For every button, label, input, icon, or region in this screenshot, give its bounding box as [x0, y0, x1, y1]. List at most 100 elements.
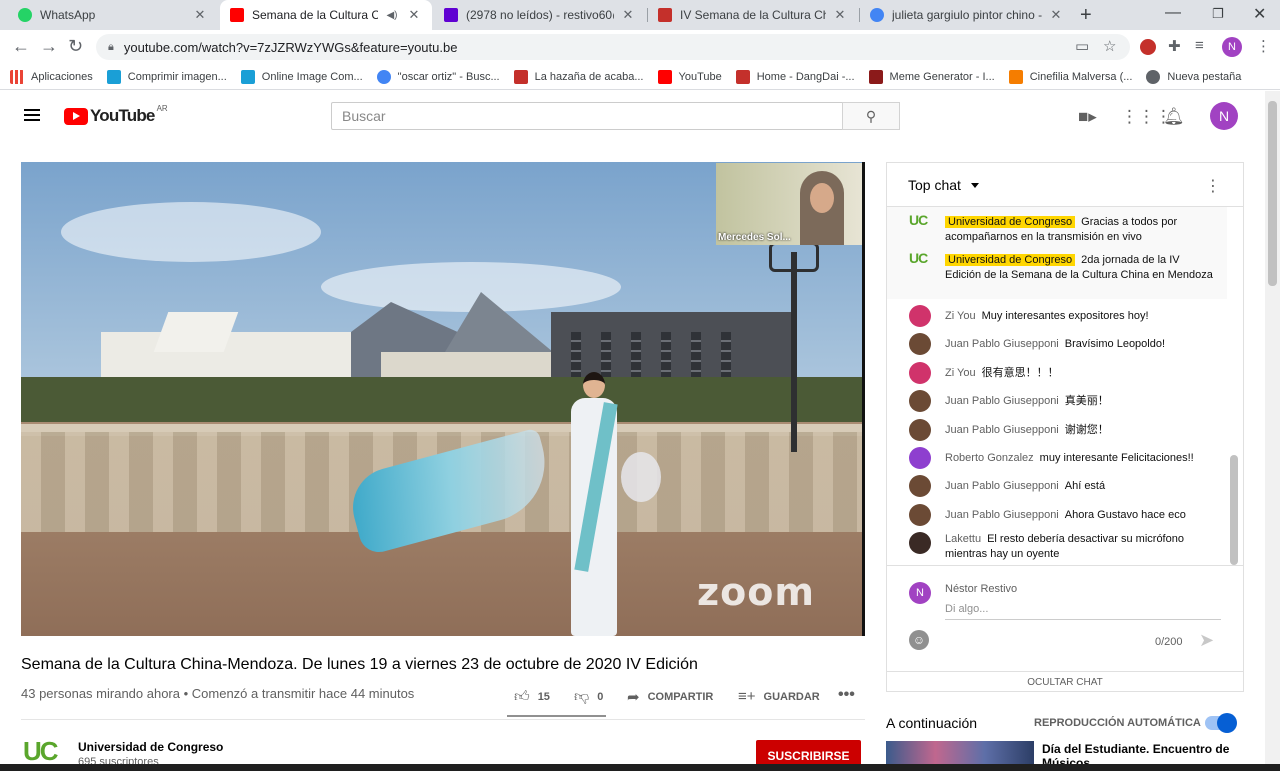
channel-logo[interactable]: UC	[23, 736, 63, 766]
search-button[interactable]: ⚲	[842, 102, 900, 130]
youtube-logo[interactable]: YouTube AR	[64, 104, 168, 126]
audio-playing-icon[interactable]: ◀)	[384, 10, 400, 21]
channel-name[interactable]: Universidad de Congreso	[78, 740, 223, 754]
toggle-knob	[1217, 713, 1237, 733]
chat-author[interactable]: Zi You	[945, 367, 976, 379]
bookmark-item[interactable]: Meme Generator - I...	[868, 69, 995, 84]
dancer-head	[583, 372, 605, 398]
chat-scrollbar[interactable]	[1230, 455, 1238, 565]
notifications-bell-icon[interactable]: 🔔︎	[1163, 107, 1185, 127]
chat-author[interactable]: Zi You	[945, 310, 976, 322]
dislike-button[interactable]: 👎︎ 0	[574, 688, 603, 706]
bookmark-item[interactable]: Cinefilia Malversa (...	[1008, 69, 1132, 84]
browser-menu-icon[interactable]: ⋮	[1256, 37, 1271, 55]
adblock-extension-icon[interactable]	[1140, 39, 1156, 55]
user-avatar[interactable]: N	[1210, 102, 1238, 130]
chat-author[interactable]: Juan Pablo Giusepponi	[945, 424, 1059, 436]
maximize-button[interactable]: ❐	[1212, 6, 1224, 22]
dropdown-caret-icon[interactable]	[971, 183, 979, 188]
cloud-icon	[240, 69, 255, 84]
bookmark-item[interactable]: Comprimir imagen...	[106, 69, 227, 84]
chat-text: 真美丽！	[1064, 395, 1109, 407]
window-close-button[interactable]: ✕	[1253, 4, 1266, 24]
user-avatar	[909, 419, 931, 441]
bookmark-item[interactable]: Home - DangDai -...	[735, 69, 855, 84]
bookmark-item[interactable]: "oscar ortiz" - Busc...	[376, 69, 500, 84]
chat-text: 谢谢您！	[1064, 424, 1109, 436]
user-avatar	[909, 305, 931, 327]
chat-messages[interactable]: UC Universidad de Congreso Gracias a todo…	[887, 207, 1243, 565]
bookmark-new-tab[interactable]: Nueva pestaña	[1146, 69, 1241, 84]
video-lamp	[769, 242, 819, 272]
reload-button[interactable]: ↻	[68, 36, 83, 57]
globe-icon	[1146, 69, 1161, 84]
user-avatar	[909, 532, 931, 554]
video-cloud	[61, 202, 321, 262]
chat-text: Ahora Gustavo hace eco	[1064, 509, 1186, 521]
bookmark-youtube[interactable]: YouTube	[657, 69, 722, 84]
chat-author[interactable]: Juan Pablo Giusepponi	[945, 480, 1059, 492]
channel-avatar: UC	[909, 250, 928, 266]
pip-speaker-name: Mercedes Sol...	[718, 232, 791, 243]
emoji-icon[interactable]: ☺	[909, 630, 929, 650]
cast-icon[interactable]: ▭	[1075, 37, 1089, 55]
lock-icon: 🔒︎	[108, 40, 114, 53]
chat-author[interactable]: Roberto Gonzalez	[945, 452, 1034, 464]
scrollbar-thumb[interactable]	[1268, 101, 1277, 286]
forward-button[interactable]: →	[40, 36, 58, 57]
close-tab-icon[interactable]: ✕	[832, 7, 848, 23]
user-avatar: N	[909, 582, 931, 604]
new-tab-button[interactable]: +	[1080, 4, 1092, 27]
browser-tab-youtube[interactable]: Semana de la Cultura China- ◀) ✕	[220, 0, 432, 30]
save-button[interactable]: ≡+ GUARDAR	[738, 688, 820, 705]
chat-mode-dropdown[interactable]: Top chat	[908, 177, 961, 193]
thumbs-down-icon: 👎︎	[574, 688, 590, 705]
like-button[interactable]: 👍︎ 15	[514, 688, 550, 706]
close-tab-icon[interactable]: ✕	[406, 7, 422, 23]
chat-more-icon[interactable]: ⋮	[1205, 176, 1221, 196]
site-favicon	[735, 69, 750, 84]
browser-tab-semana[interactable]: IV Semana de la Cultura China en ✕	[648, 0, 858, 30]
char-count: 0/200	[1155, 636, 1183, 648]
bookmark-star-icon[interactable]: ☆	[1103, 37, 1116, 55]
video-trees	[21, 377, 865, 427]
chat-header: Top chat ⋮	[887, 163, 1243, 207]
close-tab-icon[interactable]: ✕	[1048, 7, 1064, 23]
browser-tab-google[interactable]: julieta gargiulo pintor chino - Bu ✕	[860, 0, 1074, 30]
share-button[interactable]: ➦ COMPARTIR	[627, 688, 713, 706]
browser-profile-avatar[interactable]: N	[1222, 37, 1242, 57]
page-scrollbar[interactable]	[1265, 91, 1280, 771]
chat-input[interactable]: Di algo...	[945, 603, 988, 615]
create-video-icon[interactable]: ■▸	[1078, 107, 1097, 127]
browser-tab-mail[interactable]: (2978 no leídos) - restivo60@yah ✕	[434, 0, 646, 30]
bookmark-apps[interactable]: Aplicaciones	[10, 69, 93, 84]
chat-author[interactable]: Lakettu	[945, 533, 981, 545]
video-building	[153, 312, 239, 352]
chat-author-owner[interactable]: Universidad de Congreso	[945, 254, 1076, 266]
bookmark-item[interactable]: La hazaña de acaba...	[513, 69, 644, 84]
autoplay-toggle[interactable]	[1205, 713, 1237, 733]
minimize-button[interactable]: —	[1165, 4, 1181, 22]
close-tab-icon[interactable]: ✕	[620, 7, 636, 23]
hide-chat-button[interactable]: OCULTAR CHAT	[887, 671, 1243, 693]
media-queue-icon[interactable]: ≡	[1195, 37, 1204, 54]
chat-author-owner[interactable]: Universidad de Congreso	[945, 216, 1076, 228]
browser-tab-whatsapp[interactable]: WhatsApp ✕	[8, 0, 218, 30]
chat-author[interactable]: Juan Pablo Giusepponi	[945, 395, 1059, 407]
search-input[interactable]: Buscar	[331, 102, 843, 130]
chat-author[interactable]: Juan Pablo Giusepponi	[945, 509, 1059, 521]
video-meta: 43 personas mirando ahora • Comenzó a tr…	[21, 686, 415, 701]
bookmark-item[interactable]: Online Image Com...	[240, 69, 363, 84]
close-tab-icon[interactable]: ✕	[192, 7, 208, 23]
share-arrow-icon: ➦	[627, 689, 640, 706]
back-button[interactable]: ←	[12, 36, 30, 57]
menu-icon[interactable]	[24, 109, 40, 121]
chat-author[interactable]: Juan Pablo Giusepponi	[945, 338, 1059, 350]
extensions-puzzle-icon[interactable]: ✚	[1168, 37, 1181, 55]
address-bar[interactable]: 🔒︎ youtube.com/watch?v=7zJZRWzYWGs&featu…	[96, 34, 1130, 60]
cloud-icon	[106, 69, 121, 84]
send-icon[interactable]: ➤	[1199, 630, 1214, 651]
more-actions-icon[interactable]: •••	[838, 686, 855, 704]
channel-avatar: UC	[909, 212, 928, 228]
thumbs-up-icon: 👍︎	[514, 688, 530, 705]
